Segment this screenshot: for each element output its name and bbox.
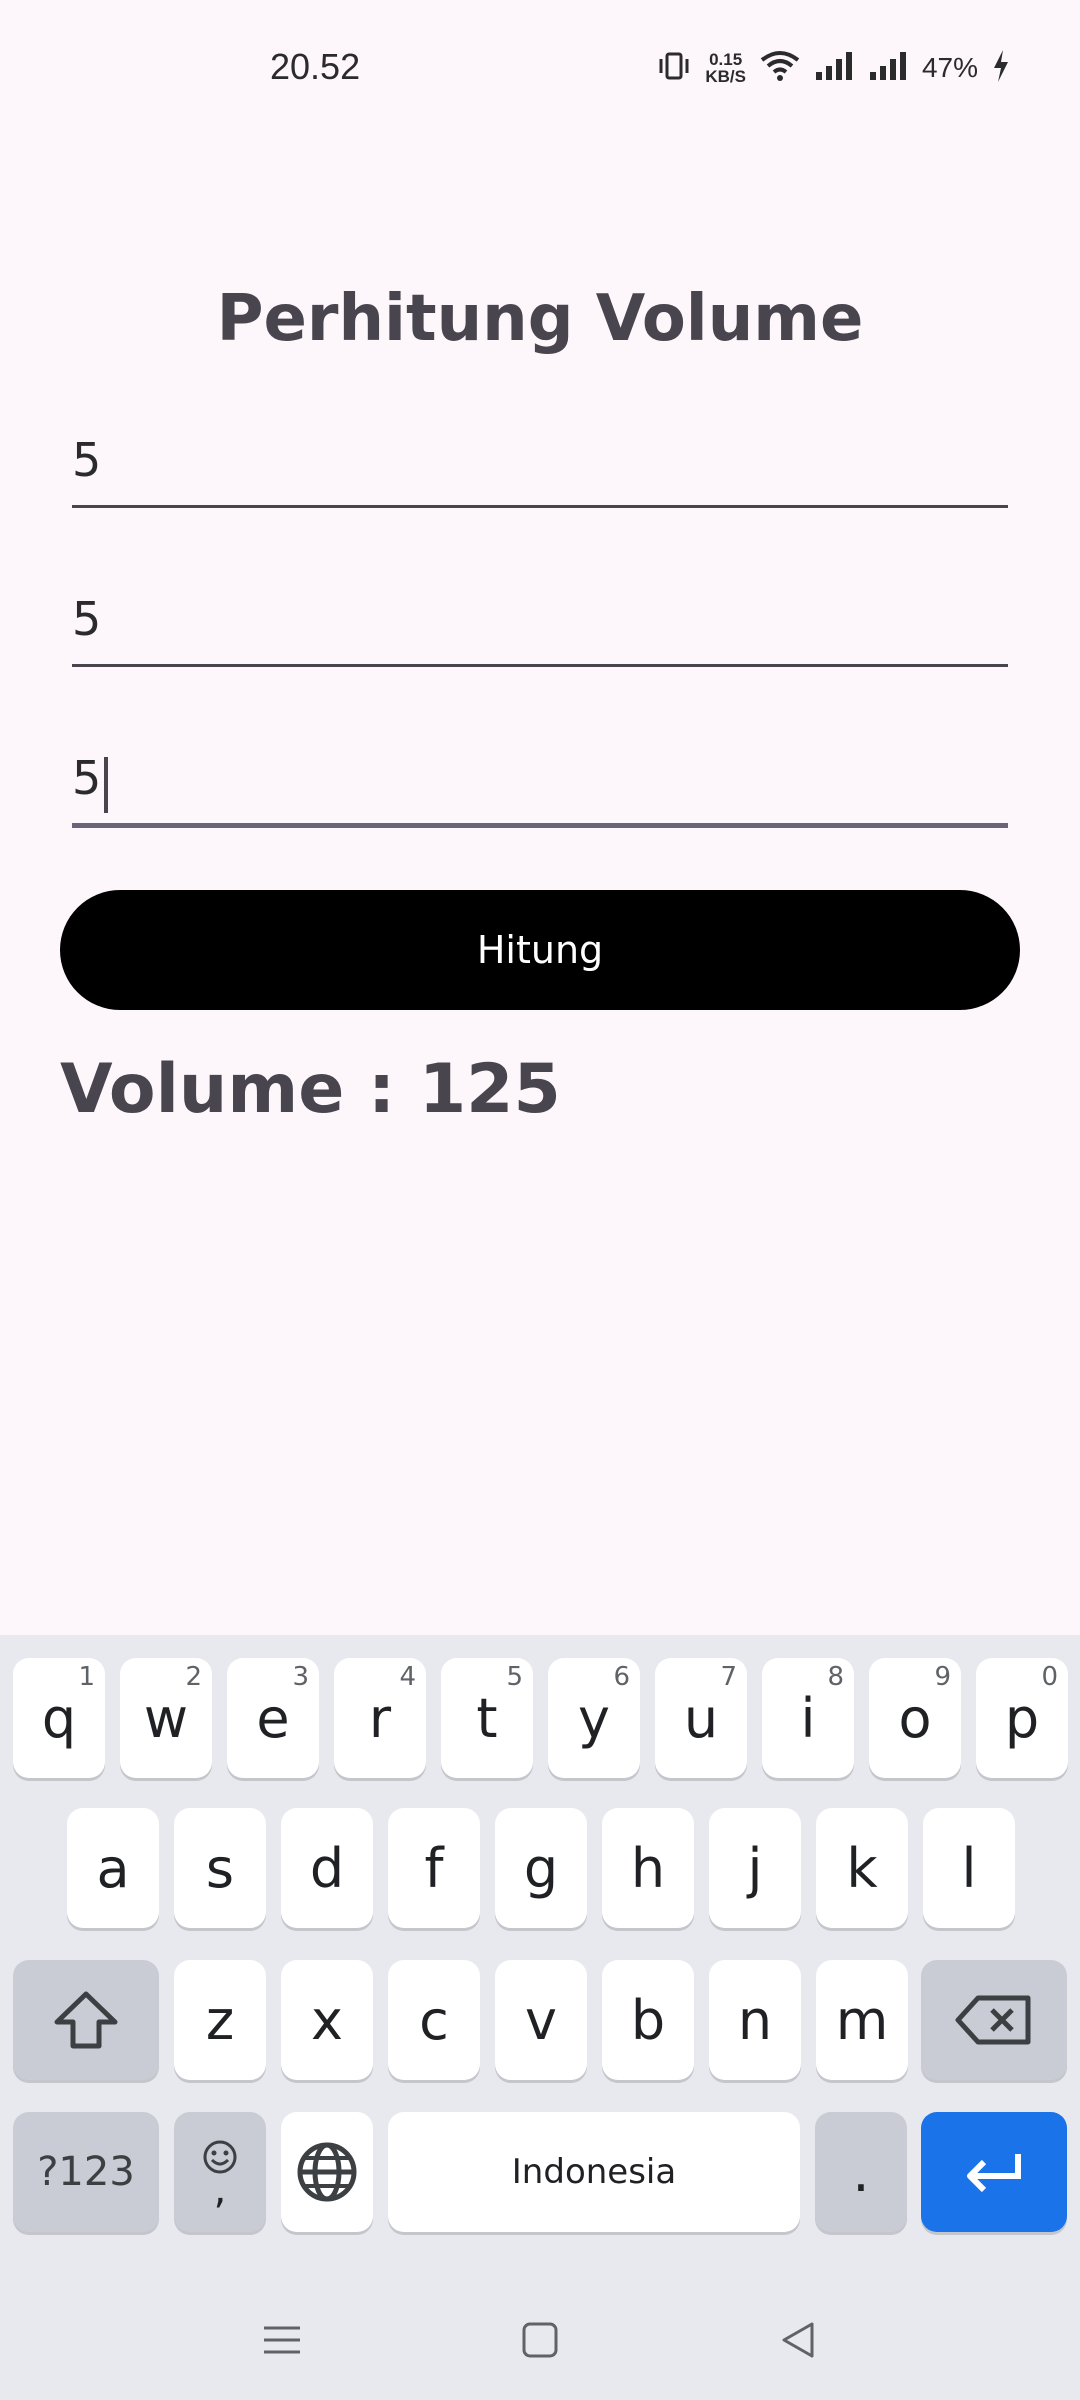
signal-icon-1	[814, 50, 854, 86]
status-time: 20.52	[270, 46, 361, 87]
length-input[interactable]	[72, 415, 1008, 505]
back-triangle-icon	[782, 2322, 814, 2358]
key-u[interactable]: u7	[655, 1658, 747, 1778]
recents-button[interactable]	[252, 2310, 312, 2370]
volume-result: Volume : 125	[60, 1050, 561, 1129]
home-square-icon	[522, 2322, 558, 2358]
globe-icon	[297, 2142, 357, 2202]
width-input[interactable]	[72, 574, 1008, 664]
key-v[interactable]: v	[495, 1960, 587, 2080]
status-bar: 20.52 0.15 KB/S 47%	[0, 0, 1080, 140]
status-icons: 0.15 KB/S 47%	[657, 48, 1010, 88]
key-t[interactable]: t5	[441, 1658, 533, 1778]
key-z[interactable]: z	[174, 1960, 266, 2080]
text-cursor	[104, 757, 108, 813]
height-input[interactable]	[72, 733, 1008, 823]
key-g[interactable]: g	[495, 1808, 587, 1928]
key-o[interactable]: o9	[869, 1658, 961, 1778]
key-p[interactable]: p0	[976, 1658, 1068, 1778]
vibrate-icon	[657, 51, 691, 85]
key-b[interactable]: b	[602, 1960, 694, 2080]
key-n[interactable]: n	[709, 1960, 801, 2080]
key-f[interactable]: f	[388, 1808, 480, 1928]
back-button[interactable]	[768, 2310, 828, 2370]
key-m[interactable]: m	[816, 1960, 908, 2080]
symbols-key[interactable]: ?123	[13, 2112, 159, 2232]
key-l[interactable]: l	[923, 1808, 1015, 1928]
key-h[interactable]: h	[602, 1808, 694, 1928]
enter-key[interactable]	[921, 2112, 1067, 2232]
width-field-container	[72, 574, 1008, 667]
calculate-button[interactable]: Hitung	[60, 890, 1020, 1010]
menu-icon	[264, 2326, 300, 2354]
height-field-container	[72, 733, 1008, 828]
key-x[interactable]: x	[281, 1960, 373, 2080]
charging-icon	[992, 49, 1010, 87]
shift-icon	[54, 1991, 118, 2049]
enter-icon	[967, 2154, 1021, 2193]
backspace-icon	[955, 1995, 1031, 2045]
key-i[interactable]: i8	[762, 1658, 854, 1778]
language-key[interactable]	[281, 2112, 373, 2232]
key-a[interactable]: a	[67, 1808, 159, 1928]
battery-level: 47%	[921, 52, 978, 83]
home-button[interactable]	[510, 2310, 570, 2370]
network-speed: 0.15 KB/S	[705, 50, 746, 86]
page-title: Perhitung Volume	[216, 282, 864, 356]
navigation-bar	[0, 2270, 1080, 2400]
key-q[interactable]: q1	[13, 1658, 105, 1778]
key-r[interactable]: r4	[334, 1658, 426, 1778]
period-key[interactable]: .	[815, 2112, 907, 2232]
wifi-icon	[760, 50, 800, 86]
key-w[interactable]: w2	[120, 1658, 212, 1778]
shift-key[interactable]	[13, 1960, 159, 2080]
emoji-comma-key[interactable]: ,	[174, 2112, 266, 2232]
signal-icon-2	[868, 50, 908, 86]
space-key[interactable]: Indonesia	[388, 2112, 800, 2232]
backspace-key[interactable]	[921, 1960, 1067, 2080]
key-j[interactable]: j	[709, 1808, 801, 1928]
key-e[interactable]: e3	[227, 1658, 319, 1778]
key-s[interactable]: s	[174, 1808, 266, 1928]
key-k[interactable]: k	[816, 1808, 908, 1928]
key-c[interactable]: c	[388, 1960, 480, 2080]
length-field-container	[72, 415, 1008, 508]
key-d[interactable]: d	[281, 1808, 373, 1928]
key-y[interactable]: y6	[548, 1658, 640, 1778]
